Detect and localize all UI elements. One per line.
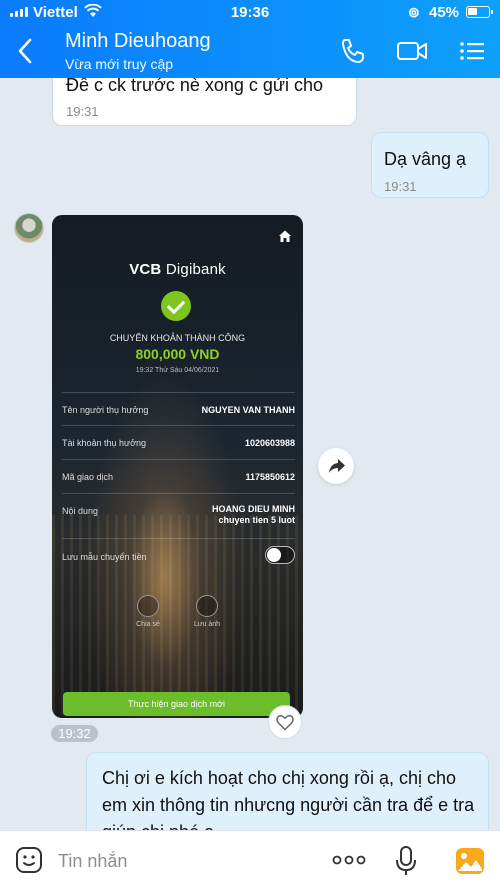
message-time: 19:31 [66, 104, 99, 119]
transfer-amount: 800,000 VND [135, 346, 220, 362]
message-time: 19:32 [51, 725, 98, 742]
message-input[interactable] [58, 849, 308, 873]
camera-icon [196, 595, 218, 617]
status-bar: Viettel 19:36 ⊚ 45% [0, 0, 500, 26]
list-menu-icon[interactable] [456, 36, 488, 66]
contact-status: Vừa mới truy cập [65, 56, 174, 72]
battery-percent: 45% [429, 4, 460, 21]
battery-icon [466, 6, 493, 18]
row-label: Nội dung [62, 506, 99, 516]
vcb-digibank-logo: VCB Digibank [129, 261, 226, 278]
video-call-icon[interactable] [396, 36, 428, 66]
message-input-bar [0, 830, 500, 889]
save-image-action: Lưu ảnh [187, 595, 227, 628]
receipt-row: Nội dung HOANG DIEU MINH chuyen tien 5 lu… [62, 493, 295, 525]
row-label: Lưu mẫu chuyển tiền [62, 552, 147, 562]
row-label: Tài khoản thụ hưởng [62, 438, 146, 448]
clock: 19:36 [230, 4, 270, 21]
image-gallery-icon[interactable] [455, 847, 485, 875]
heart-icon[interactable] [268, 705, 302, 739]
save-template-toggle [265, 546, 295, 564]
row-label: Mã giao dịch [62, 472, 114, 482]
receipt-row: Tài khoản thụ hưởng 1020603988 [62, 425, 295, 448]
chat-header: Viettel 19:36 ⊚ 45% Minh Dieuhoang Vừa m… [0, 0, 500, 78]
message-text: Dạ vâng ạ [384, 149, 467, 169]
message-bubble[interactable]: Dạ vâng ạ 19:31 [371, 132, 489, 198]
receipt-row: Tên người thụ hưởng NGUYEN VAN THANH [62, 392, 295, 415]
rotation-lock-icon: ⊚ [408, 4, 420, 20]
share-action: Chia sẻ [128, 595, 168, 628]
forward-icon[interactable] [318, 448, 354, 484]
image-message[interactable]: VCB Digibank CHUYỂN KHOẢN THÀNH CÔNG 800… [52, 215, 303, 718]
success-check-icon [161, 291, 191, 321]
share-icon [137, 595, 159, 617]
new-transaction-button: Thực hiện giao dịch mới [63, 692, 290, 716]
phone-icon[interactable] [337, 36, 369, 66]
home-icon [279, 230, 291, 242]
transfer-status: CHUYỂN KHOẢN THÀNH CÔNG [109, 333, 246, 343]
row-label: Tên người thụ hưởng [62, 405, 149, 415]
receipt-row: Mã giao dịch 1175850612 [62, 459, 295, 482]
avatar[interactable] [14, 213, 44, 243]
row-value: 1020603988 [244, 438, 295, 448]
contact-name[interactable]: Minh Dieuhoang [65, 30, 211, 53]
microphone-icon[interactable] [394, 845, 418, 877]
sticker-icon[interactable] [15, 846, 43, 874]
message-text: Đề c ck trước nè xong c gửi cho [66, 75, 324, 95]
background-cityscape [52, 515, 303, 715]
row-value: 1175850612 [245, 472, 295, 482]
row-value: HOANG DIEU MINH chuyen tien 5 luot [212, 504, 295, 525]
more-options-icon[interactable] [332, 853, 366, 867]
message-time: 19:31 [384, 179, 417, 194]
transfer-datetime: 19:32 Thứ Sáu 04/06/2021 [135, 367, 220, 374]
back-arrow-icon[interactable] [14, 36, 38, 66]
save-template-row: Lưu mẫu chuyển tiền [62, 538, 295, 564]
row-value: NGUYEN VAN THANH [201, 405, 295, 415]
